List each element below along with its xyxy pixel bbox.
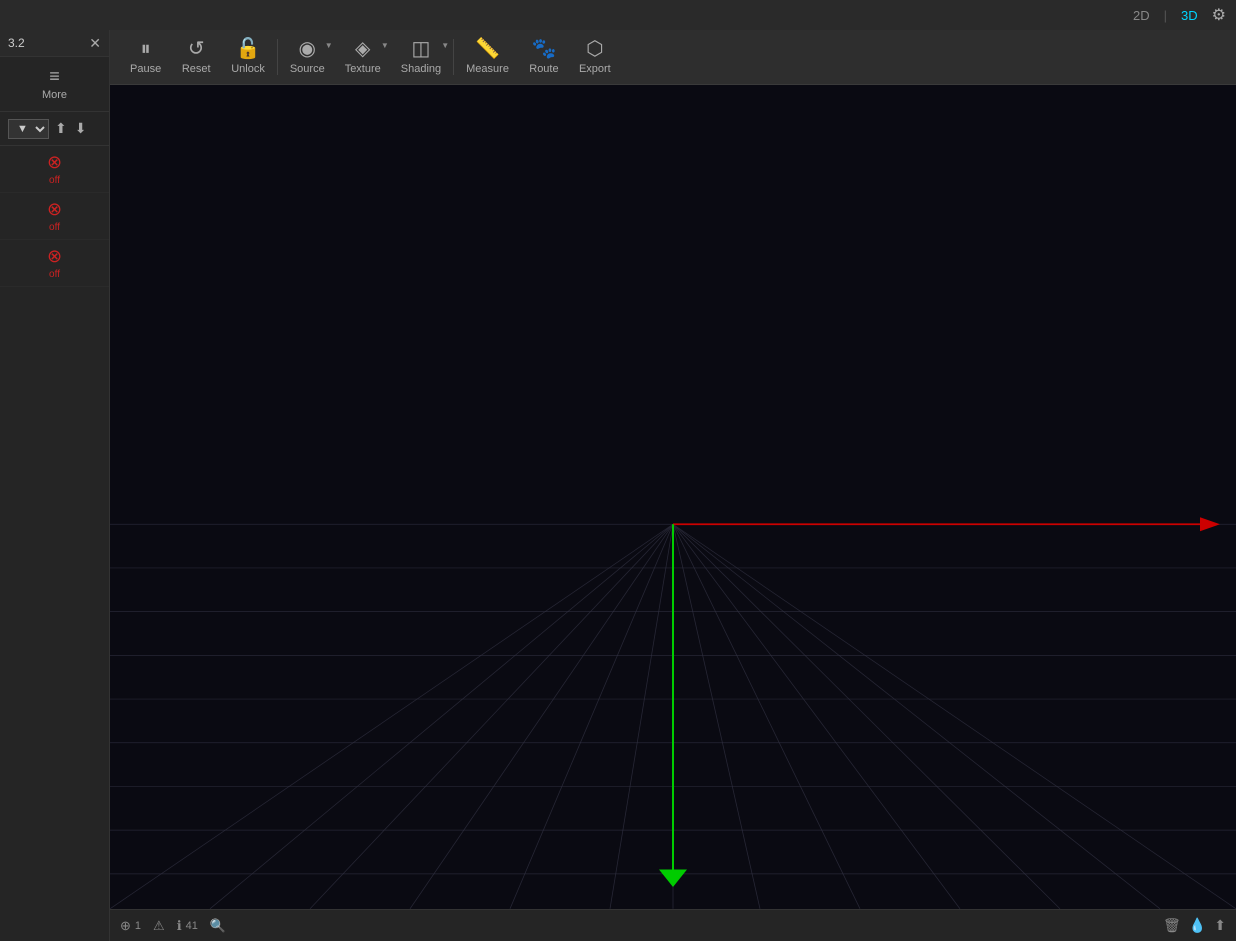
layer-item-2[interactable]: ⊗ off xyxy=(0,193,109,240)
source-label: Source xyxy=(290,63,325,75)
left-sidebar: 3.2 ✕ ≡ More ▼ ⬆ ⬇ ⊗ off ⊗ off ⊗ off xyxy=(0,30,110,941)
reset-icon: ↺ xyxy=(188,39,205,59)
status-icon-1: ⊕ xyxy=(120,918,131,934)
top-bar: 2D | 3D ⚙ xyxy=(0,0,1236,30)
export-icon: ⬡ xyxy=(586,39,603,59)
unlock-label: Unlock xyxy=(231,63,265,75)
viewport-wrapper: ⏸ Pause ↺ Reset 🔓 Unlock ◉ Source ▼ ◈ Te… xyxy=(110,30,1236,941)
drop-button[interactable]: 💧 xyxy=(1189,917,1206,934)
status-value-3: 41 xyxy=(186,920,198,932)
search-icon: 🔍 xyxy=(210,918,226,934)
viewport[interactable] xyxy=(110,85,1236,909)
export-label: Export xyxy=(579,63,611,75)
btn-2d[interactable]: 2D xyxy=(1127,6,1156,25)
layer-link-icon-2: ⊗ xyxy=(47,199,62,220)
shading-icon: ◫ xyxy=(412,39,431,59)
layer-off-label-2: off xyxy=(49,222,60,233)
pause-icon: ⏸ xyxy=(141,39,151,59)
route-label: Route xyxy=(529,63,558,75)
status-bar: ⊕ 1 ⚠ ℹ 41 🔍 🗑 💧 ⬆ xyxy=(110,909,1236,941)
source-icon: ◉ xyxy=(299,39,316,59)
measure-icon: 📏 xyxy=(475,39,500,59)
btn-3d[interactable]: 3D xyxy=(1175,6,1204,25)
toolbar-divider-2 xyxy=(453,39,454,75)
toolbar-source[interactable]: ◉ Source ▼ xyxy=(280,35,335,79)
toolbar: ⏸ Pause ↺ Reset 🔓 Unlock ◉ Source ▼ ◈ Te… xyxy=(110,30,1236,85)
settings-button[interactable]: ⚙ xyxy=(1212,5,1226,25)
toolbar-texture[interactable]: ◈ Texture ▼ xyxy=(335,35,391,79)
status-value-1: 1 xyxy=(135,920,141,932)
toolbar-unlock[interactable]: 🔓 Unlock xyxy=(221,35,275,79)
status-item-4[interactable]: 🔍 xyxy=(210,918,226,934)
toolbar-pause[interactable]: ⏸ Pause xyxy=(120,35,171,79)
toolbar-measure[interactable]: 📏 Measure xyxy=(456,35,519,79)
sidebar-more[interactable]: ≡ More xyxy=(0,57,109,112)
toolbar-route[interactable]: 🐾 Route xyxy=(519,35,569,79)
main-layout: 3.2 ✕ ≡ More ▼ ⬆ ⬇ ⊗ off ⊗ off ⊗ off xyxy=(0,30,1236,941)
more-label: More xyxy=(42,89,67,101)
toolbar-divider-1 xyxy=(277,39,278,75)
shading-arrow-icon: ▼ xyxy=(441,41,449,50)
layer-off-label-1: off xyxy=(49,175,60,186)
texture-arrow-icon: ▼ xyxy=(381,41,389,50)
trash-button[interactable]: 🗑 xyxy=(1163,917,1181,934)
sidebar-controls: ▼ ⬆ ⬇ xyxy=(0,112,109,146)
pause-label: Pause xyxy=(130,63,161,75)
layer-item-1[interactable]: ⊗ off xyxy=(0,146,109,193)
status-icon-3: ℹ xyxy=(177,918,182,934)
status-item-2: ⚠ xyxy=(153,918,165,934)
download-button[interactable]: ⬇ xyxy=(73,118,89,139)
status-item-1: ⊕ 1 xyxy=(120,918,141,934)
measure-label: Measure xyxy=(466,63,509,75)
layer-off-label-3: off xyxy=(49,269,60,280)
source-arrow-icon: ▼ xyxy=(325,41,333,50)
more-icon: ≡ xyxy=(49,67,60,85)
layer-dropdown[interactable]: ▼ xyxy=(8,119,49,139)
route-icon: 🐾 xyxy=(531,39,556,59)
layer-item-3[interactable]: ⊗ off xyxy=(0,240,109,287)
layer-link-icon-3: ⊗ xyxy=(47,246,62,267)
status-item-3: ℹ 41 xyxy=(177,918,198,934)
reset-label: Reset xyxy=(182,63,211,75)
toolbar-export[interactable]: ⬡ Export xyxy=(569,35,621,79)
upload-status-button[interactable]: ⬆ xyxy=(1214,917,1226,934)
unlock-icon: 🔓 xyxy=(236,39,261,59)
shading-label: Shading xyxy=(401,63,441,75)
view-divider: | xyxy=(1164,8,1167,23)
toolbar-reset[interactable]: ↺ Reset xyxy=(171,35,221,79)
toolbar-shading[interactable]: ◫ Shading ▼ xyxy=(391,35,451,79)
sidebar-header: 3.2 ✕ xyxy=(0,30,109,57)
upload-button[interactable]: ⬆ xyxy=(53,118,69,139)
sidebar-title: 3.2 xyxy=(8,36,25,50)
status-right: 🗑 💧 ⬆ xyxy=(1163,917,1226,934)
layer-link-icon-1: ⊗ xyxy=(47,152,62,173)
status-icon-2: ⚠ xyxy=(153,918,165,934)
grid-svg xyxy=(110,332,1236,909)
texture-icon: ◈ xyxy=(355,39,370,59)
texture-label: Texture xyxy=(345,63,381,75)
close-button[interactable]: ✕ xyxy=(89,36,101,50)
